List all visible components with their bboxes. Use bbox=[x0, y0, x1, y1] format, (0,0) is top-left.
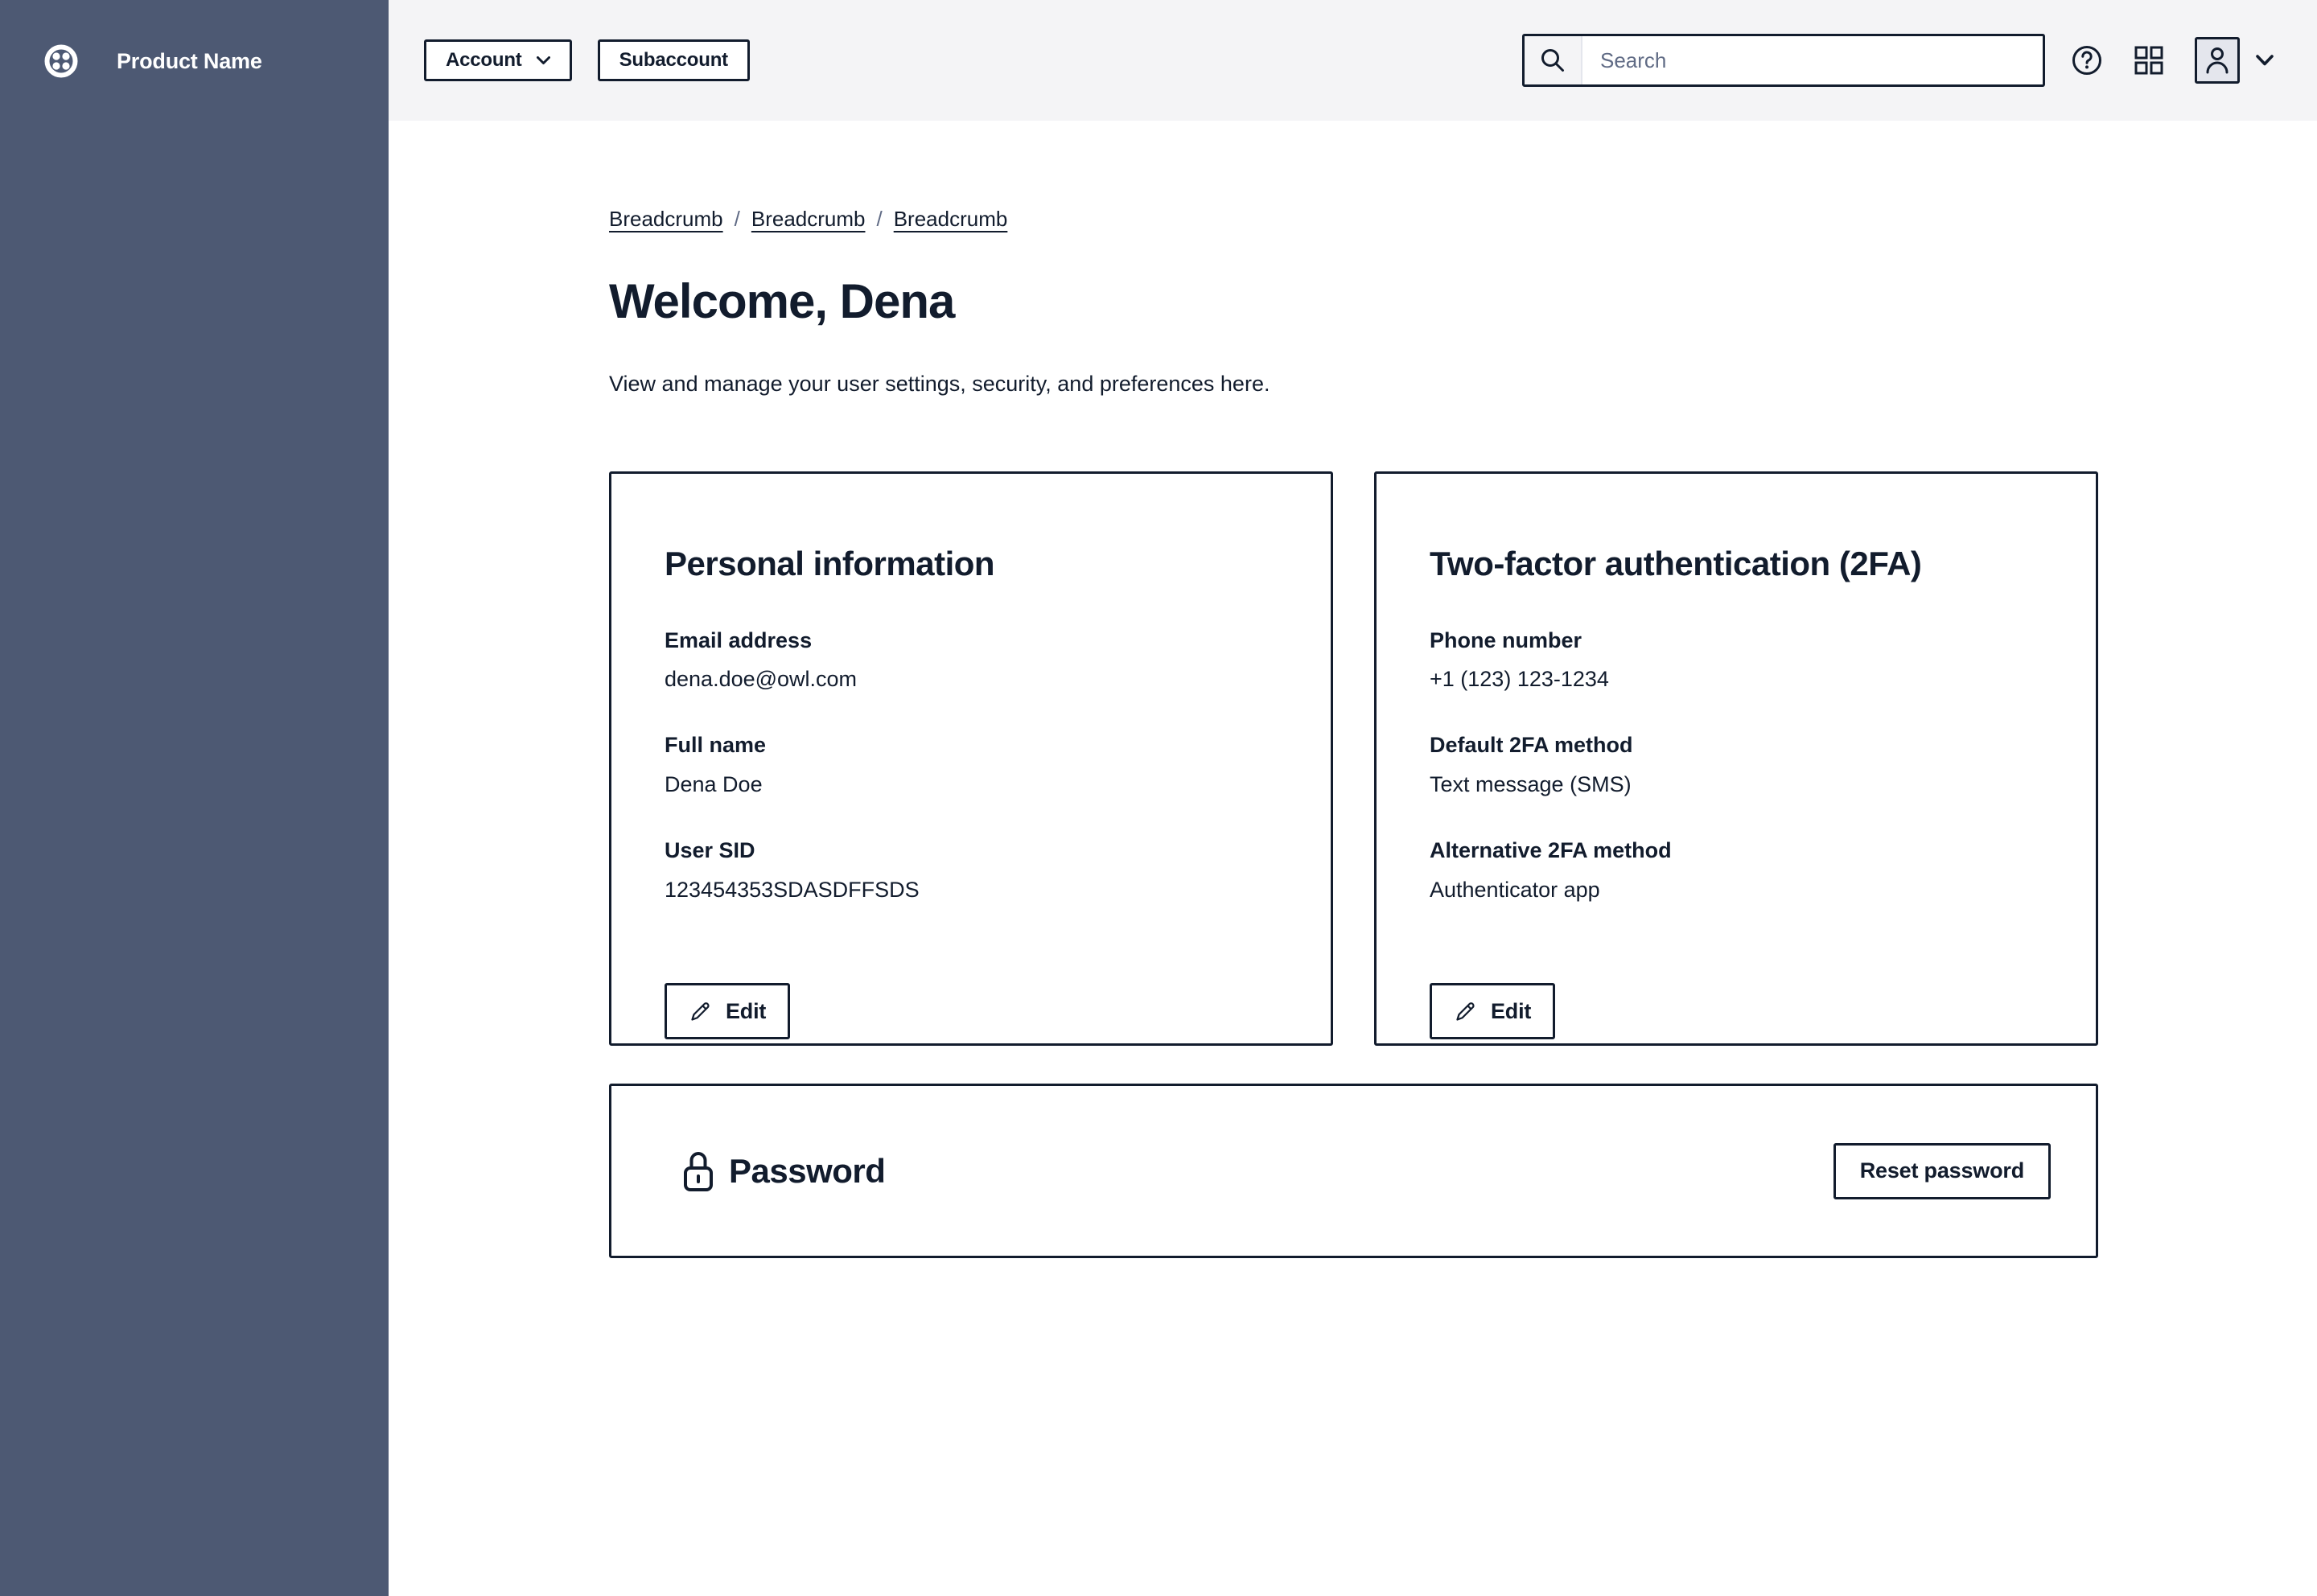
cards-row: Personal information Email address dena.… bbox=[609, 471, 2317, 1046]
account-button-label: Account bbox=[446, 49, 522, 72]
breadcrumb-link-2[interactable]: Breadcrumb bbox=[751, 207, 866, 232]
breadcrumb-separator: / bbox=[735, 207, 740, 232]
two-factor-authentication-card: Two-factor authentication (2FA) Phone nu… bbox=[1374, 471, 2098, 1046]
field-default-2fa-method: Default 2FA method Text message (SMS) bbox=[1430, 732, 2043, 797]
search-icon bbox=[1525, 36, 1582, 84]
help-icon bbox=[2071, 44, 2103, 76]
user-icon bbox=[2205, 47, 2229, 74]
field-value: dena.doe@owl.com bbox=[665, 666, 1278, 692]
page-content: Breadcrumb / Breadcrumb / Breadcrumb Wel… bbox=[389, 121, 2317, 1258]
lock-icon bbox=[682, 1150, 714, 1193]
breadcrumb-separator: / bbox=[876, 207, 882, 232]
page-subtitle: View and manage your user settings, secu… bbox=[609, 371, 2317, 397]
account-button[interactable]: Account bbox=[424, 39, 572, 81]
apps-grid-icon bbox=[2134, 45, 2164, 76]
field-value: 123454353SDASDFFSDS bbox=[665, 877, 1278, 903]
field-label: User SID bbox=[665, 837, 1278, 863]
field-label: Phone number bbox=[1430, 627, 2043, 653]
edit-two-factor-authentication-button[interactable]: Edit bbox=[1430, 983, 1555, 1039]
search-input[interactable] bbox=[1582, 36, 2043, 84]
breadcrumb-link-1[interactable]: Breadcrumb bbox=[609, 207, 723, 232]
pencil-icon bbox=[689, 999, 713, 1023]
password-title-group: Password bbox=[682, 1150, 885, 1193]
main-column: Account Subaccount bbox=[389, 0, 2317, 1596]
field-value: +1 (123) 123-1234 bbox=[1430, 666, 2043, 692]
help-button[interactable] bbox=[2071, 44, 2103, 76]
reset-password-button[interactable]: Reset password bbox=[1833, 1143, 2051, 1199]
user-menu-chevron-button[interactable] bbox=[2256, 55, 2274, 66]
two-factor-authentication-title: Two-factor authentication (2FA) bbox=[1430, 545, 2043, 583]
password-title: Password bbox=[729, 1152, 885, 1191]
subaccount-button-label: Subaccount bbox=[619, 49, 728, 72]
brand-home-link[interactable]: Product Name bbox=[0, 0, 389, 78]
field-value: Authenticator app bbox=[1430, 877, 2043, 903]
field-full-name: Full name Dena Doe bbox=[665, 732, 1278, 797]
subaccount-button[interactable]: Subaccount bbox=[598, 39, 750, 81]
field-user-sid: User SID 123454353SDASDFFSDS bbox=[665, 837, 1278, 903]
chevron-down-icon bbox=[537, 56, 550, 65]
field-value: Text message (SMS) bbox=[1430, 771, 2043, 797]
field-label: Full name bbox=[665, 732, 1278, 758]
search-box bbox=[1522, 34, 2045, 87]
breadcrumb-link-3[interactable]: Breadcrumb bbox=[894, 207, 1008, 232]
chevron-down-icon bbox=[2256, 55, 2274, 66]
field-alternative-2fa-method: Alternative 2FA method Authenticator app bbox=[1430, 837, 2043, 903]
password-card: Password Reset password bbox=[609, 1084, 2098, 1258]
pencil-icon bbox=[1454, 999, 1478, 1023]
product-name: Product Name bbox=[117, 49, 262, 74]
topbar: Account Subaccount bbox=[389, 0, 2317, 121]
app-root: Product Name Account Subaccount bbox=[0, 0, 2317, 1596]
edit-button-label: Edit bbox=[1491, 999, 1531, 1024]
field-label: Email address bbox=[665, 627, 1278, 653]
field-value: Dena Doe bbox=[665, 771, 1278, 797]
reset-password-button-label: Reset password bbox=[1860, 1158, 2024, 1183]
user-avatar-button[interactable] bbox=[2195, 37, 2240, 84]
edit-button-label: Edit bbox=[726, 999, 766, 1024]
field-email: Email address dena.doe@owl.com bbox=[665, 627, 1278, 693]
field-label: Alternative 2FA method bbox=[1430, 837, 2043, 863]
field-phone-number: Phone number +1 (123) 123-1234 bbox=[1430, 627, 2043, 693]
page-title: Welcome, Dena bbox=[609, 274, 2317, 329]
personal-information-card: Personal information Email address dena.… bbox=[609, 471, 1333, 1046]
breadcrumb: Breadcrumb / Breadcrumb / Breadcrumb bbox=[609, 207, 2317, 232]
sidebar: Product Name bbox=[0, 0, 389, 1596]
product-logo-icon bbox=[44, 44, 78, 78]
personal-information-title: Personal information bbox=[665, 545, 1278, 583]
apps-grid-button[interactable] bbox=[2134, 45, 2164, 76]
edit-personal-information-button[interactable]: Edit bbox=[665, 983, 790, 1039]
field-label: Default 2FA method bbox=[1430, 732, 2043, 758]
